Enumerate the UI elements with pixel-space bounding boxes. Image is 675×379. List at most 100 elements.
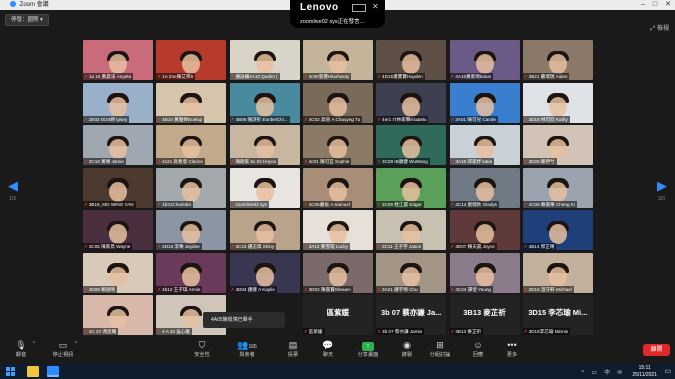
- participant-tile[interactable]: ✗2E02 IS24婷 Ipsey: [83, 82, 153, 123]
- participant-tile[interactable]: ✗4c01 陳可宜 Sophie: [302, 125, 373, 165]
- camera-icon[interactable]: [352, 4, 366, 12]
- participant-name-label: ✗4C02 高晉 A Chauyng Tu: [302, 115, 363, 123]
- participant-video: [255, 96, 274, 117]
- chat-button[interactable]: 💬 聊天: [308, 339, 348, 358]
- participant-tile[interactable]: ✗1a 15 黃晨溪 Angela: [83, 40, 153, 80]
- participant-tile[interactable]: ✗4C24 譚愷 Yeung: [449, 252, 520, 293]
- participant-tile[interactable]: 區紫媛 ✗區紫媛: [302, 295, 373, 335]
- participant-tile[interactable]: ✗4B14 郭芷晴: [522, 210, 593, 250]
- participant-name-label: ✗4B10 黃雅婷Doeluji: [156, 115, 204, 123]
- participant-name: 4A15黃家晴katun: [455, 74, 492, 79]
- participant-name: 3D07 賴天晨 Joyce: [455, 244, 495, 249]
- breakout-rooms-button[interactable]: ⊞ 分組討論: [420, 339, 460, 358]
- muted-mic-icon: ✗: [230, 201, 235, 207]
- participant-tile[interactable]: ✗1A Zoe陳艾邦6: [156, 40, 227, 80]
- participant-tile[interactable]: ✗3C06 姓江晨 Edgar: [376, 167, 447, 208]
- participant-tile[interactable]: ✗3B19_MO WING YAN: [83, 167, 153, 208]
- participant-video: [402, 96, 421, 117]
- muted-mic-icon: ✗: [230, 74, 235, 79]
- muted-mic-icon: ✗: [230, 244, 235, 249]
- muted-mic-icon: ✗: [523, 116, 528, 122]
- video-gallery-grid: ✗1a 15 黃晨溪 Angela ✗1A Zoe陳艾邦6 ✗鍾詠姍4A10 Qud…: [83, 40, 593, 335]
- participant-tile[interactable]: ✗3D18 林可欣 Kathy: [522, 82, 593, 123]
- maximize-button[interactable]: □: [653, 0, 657, 10]
- participant-tile[interactable]: ✗4er1 IT林家聲Klu&Mu: [376, 82, 447, 123]
- participant-tile[interactable]: ✗4C14 劉曉秋 Gladys: [449, 167, 520, 208]
- participant-tile[interactable]: ✗3C18 黃樂 Jamie: [83, 125, 153, 165]
- participant-tile[interactable]: ✗3D07 賴天晨 Joyce: [449, 210, 520, 250]
- more-button[interactable]: ••• 更多: [492, 339, 532, 358]
- participant-video: [548, 181, 567, 202]
- participant-name-label: ✗4b12 王子琪 Annie: [156, 285, 203, 293]
- participant-tile[interactable]: ✗4C02 高晉 A Chauyng Tu: [302, 82, 373, 123]
- participant-tile[interactable]: ✗4b31Charlotte: [156, 167, 227, 208]
- participant-tile[interactable]: ✗4D08 賴語晴: [83, 252, 153, 293]
- file-explorer-icon[interactable]: [27, 366, 39, 377]
- participant-tile[interactable]: ✗3A18 邱家妤 katie: [449, 125, 520, 165]
- next-page-arrow-icon[interactable]: ▶: [657, 178, 667, 194]
- participant-tile[interactable]: ✗3C11 王子宇 Jason: [376, 210, 447, 250]
- chevron-up-icon[interactable]: ^: [33, 341, 35, 347]
- participants-button[interactable]: 👥165 與會者: [227, 339, 267, 358]
- participant-video: [548, 224, 567, 244]
- close-button[interactable]: ✕: [665, 0, 671, 10]
- participant-video: [475, 181, 494, 202]
- participant-tile[interactable]: ✗3A21 鍾宇晴 Chu: [376, 252, 447, 293]
- view-toggle-button[interactable]: ⤢ 檢視: [651, 23, 669, 33]
- participant-tile[interactable]: ✗鍾詠姍4A10 Qudim (: [229, 40, 300, 80]
- participant-tile[interactable]: ✗陳朗家 5c 02 Hoyce: [229, 125, 300, 165]
- participant-tile[interactable]: ✗3D28 鄭伊兮: [522, 125, 593, 165]
- participant-tile[interactable]: ✗zoomlive02 sys: [229, 167, 300, 208]
- participant-tile[interactable]: ✗4B06 陳詩形 EunbeiChi...: [229, 82, 300, 123]
- participant-name-label: ✗4D04 鍾健 A Kaylie: [229, 285, 277, 293]
- view-options-button[interactable]: 停發：國際 ▾: [5, 14, 49, 26]
- muted-mic-icon: ✗: [523, 286, 528, 292]
- participant-tile[interactable]: ✗3A01 陳可兒 Carole: [449, 82, 520, 123]
- participant-tile[interactable]: ✗4D15潘寶寶Hayden: [376, 40, 447, 80]
- participant-tile[interactable]: ✗3c05張禮Hilarhasity: [302, 40, 373, 80]
- close-icon[interactable]: ✕: [372, 2, 379, 11]
- participant-tile[interactable]: ✗3D16 溫守軒 Michael: [522, 252, 593, 293]
- participant-tile[interactable]: ✗3C23 鍾志偉 Shiny: [229, 210, 300, 250]
- participant-tile[interactable]: ✗3C05蕭振 A Samuel: [302, 167, 373, 208]
- security-button[interactable]: ⛉ 安全性: [182, 339, 222, 358]
- participant-tile[interactable]: ✗3C29 IB康健 WuWang: [376, 125, 447, 165]
- participant-tile[interactable]: ✗3C05 陳家焉 Wayne: [83, 210, 153, 250]
- notification-icon[interactable]: ▭: [664, 367, 671, 375]
- muted-mic-icon: ✗: [303, 116, 308, 122]
- participant-tile[interactable]: ✗4C 27 馮思曦: [83, 295, 153, 335]
- mute-button[interactable]: 🎙 ^ 靜音: [1, 339, 41, 358]
- participant-tile[interactable]: ✗4B10 黃雅婷Doeluji: [156, 82, 227, 123]
- muted-mic-icon: ✗: [523, 329, 528, 334]
- participant-tile[interactable]: ✗4b12 王子琪 Annie: [156, 252, 227, 293]
- participant-video: [328, 224, 347, 244]
- participant-tile[interactable]: 3B13 麥芷祈 ✗3B13 麥芷祈: [449, 295, 520, 335]
- participant-video: [255, 139, 274, 159]
- polls-button[interactable]: ▤ 投票: [273, 339, 313, 358]
- participant-tile[interactable]: ✗4A15黃家晴katun: [449, 40, 520, 80]
- participant-tile[interactable]: ✗4c21 高希意 Clarice: [156, 125, 227, 165]
- end-meeting-button[interactable]: 離開: [643, 344, 670, 356]
- system-tray[interactable]: ^ ▭ 中 ✉: [582, 368, 625, 376]
- zoom-taskbar-icon[interactable]: [47, 366, 59, 377]
- participant-tile[interactable]: ✗4C08 賴嘉樂 Cheng Ki: [522, 167, 593, 208]
- participant-tile[interactable]: 3D15 李芯瑜 Mi... ✗3D15李芯瑜 Minnie: [522, 295, 593, 335]
- share-screen-button[interactable]: ↑ 分享畫面: [348, 339, 388, 358]
- windows-start-icon[interactable]: [6, 367, 15, 376]
- participant-tile[interactable]: ✗4D04 鍾健 A Kaylie: [229, 252, 300, 293]
- participant-video: [182, 96, 201, 117]
- participant-video: [328, 181, 347, 202]
- participant-video: [109, 309, 127, 329]
- previous-page-arrow-icon[interactable]: ◀: [8, 178, 18, 194]
- minimize-button[interactable]: –: [641, 0, 645, 10]
- chevron-up-icon[interactable]: ^: [75, 341, 77, 347]
- stop-video-button[interactable]: ▭ ^ 停止視訊: [43, 339, 83, 358]
- participants-icon: 👥165: [237, 340, 257, 350]
- muted-mic-icon: ✗: [377, 329, 382, 334]
- taskbar-clock[interactable]: 15:11 25/11/2021: [632, 365, 657, 378]
- participant-tile[interactable]: ✗3A12 黃雪瑤 Lucky: [302, 210, 373, 250]
- participant-tile[interactable]: ✗3D02 陳嘉賢Sheuen: [302, 252, 373, 293]
- participant-tile[interactable]: ✗4D15 李樂 Jaydee: [156, 210, 227, 250]
- participant-tile[interactable]: 3b 07 蔡亦謙 Ja... ✗3b 07 蔡亦謙 Jamie: [376, 295, 447, 335]
- participant-tile[interactable]: ✗3B21 蕭瑞瑞 Aiden: [522, 40, 593, 80]
